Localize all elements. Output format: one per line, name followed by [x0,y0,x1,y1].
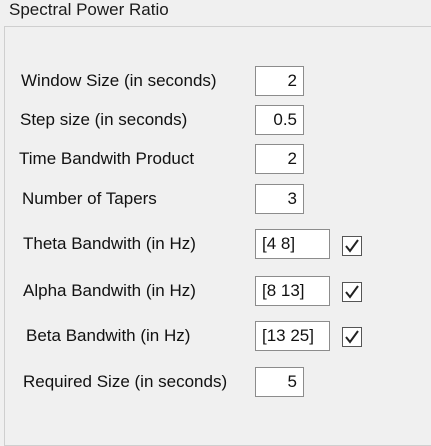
panel-title: Spectral Power Ratio [9,0,169,19]
alpha-checkbox[interactable] [342,282,362,302]
step-size-label: Step size (in seconds) [20,110,188,129]
step-size-input[interactable]: 0.5 [255,105,304,135]
beta-checkbox[interactable] [342,327,362,347]
alpha-bandwidth-label: Alpha Bandwith (in Hz) [23,281,196,300]
number-of-tapers-label: Number of Tapers [22,189,157,208]
beta-bandwidth-label: Beta Bandwith (in Hz) [26,326,191,345]
time-bandwidth-product-label: Time Bandwith Product [19,149,195,168]
number-of-tapers-input[interactable]: 3 [255,184,304,214]
beta-bandwidth-input[interactable]: [13 25] [255,321,330,351]
required-size-input[interactable]: 5 [255,367,304,397]
theta-checkbox[interactable] [342,236,362,256]
checkmark-icon [345,239,359,253]
window-size-input[interactable]: 2 [255,66,304,96]
theta-bandwidth-input[interactable]: [4 8] [255,229,330,259]
checkmark-icon [345,285,359,299]
checkmark-icon [345,330,359,344]
time-bandwidth-product-input[interactable]: 2 [255,144,304,174]
window-size-label: Window Size (in seconds) [21,71,217,90]
theta-bandwidth-label: Theta Bandwith (in Hz) [23,234,196,253]
alpha-bandwidth-input[interactable]: [8 13] [255,276,330,306]
required-size-label: Required Size (in seconds) [23,372,228,391]
